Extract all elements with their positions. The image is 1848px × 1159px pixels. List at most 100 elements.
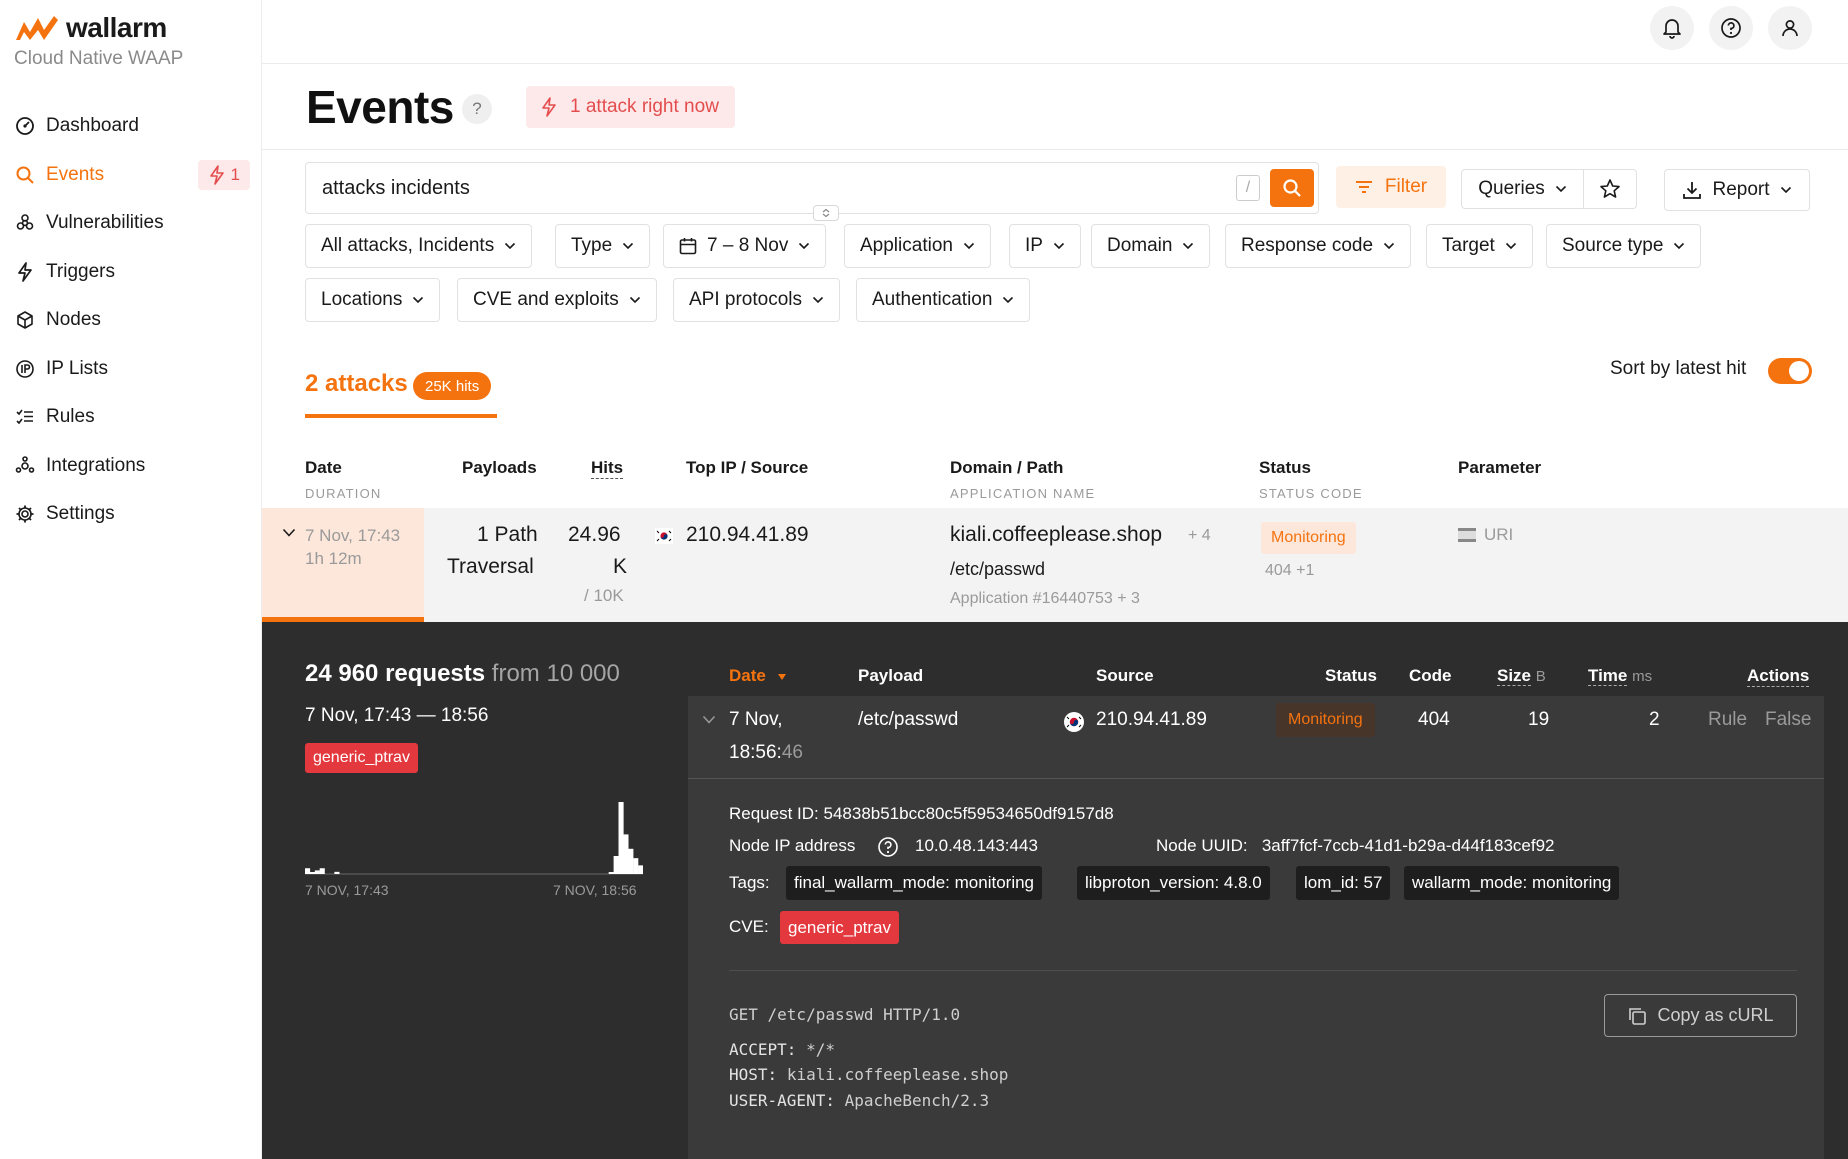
sort-latest-toggle[interactable] <box>1768 358 1812 384</box>
sort-label: Sort by latest hit <box>1610 358 1747 379</box>
filter-source-type[interactable]: Source type <box>1546 224 1702 268</box>
sidebar-item-vulnerabilities[interactable]: Vulnerabilities <box>0 199 262 248</box>
filter-response-code[interactable]: Response code <box>1225 224 1412 268</box>
chevron-down-icon <box>1674 242 1685 250</box>
chevron-down-icon <box>1555 185 1566 193</box>
sidebar-item-dashboard[interactable]: Dashboard <box>0 102 262 151</box>
sidebar-item-events[interactable]: Events 1 <box>0 151 262 200</box>
rule-action-button[interactable]: Rule <box>1708 709 1747 731</box>
events-attack-badge[interactable]: 1 <box>197 159 250 190</box>
req-col-header-time[interactable]: Time ms <box>1588 666 1652 686</box>
req-col-header-source[interactable]: Source <box>1096 666 1154 686</box>
histogram-bar <box>334 871 340 874</box>
attack-top-ip[interactable]: 210.94.41.89 <box>686 523 809 547</box>
filter-type[interactable]: Type <box>555 224 651 268</box>
attacks-count-tab[interactable]: 2 attacks <box>305 370 408 398</box>
col-header-domain[interactable]: Domain / Path <box>950 458 1063 478</box>
tag-chip[interactable]: final_wallarm_mode: monitoring <box>786 866 1043 900</box>
expand-collapse-handle[interactable] <box>813 205 839 221</box>
sidebar-item-settings[interactable]: Settings <box>0 490 262 539</box>
req-col-header-size[interactable]: Size B <box>1497 666 1546 686</box>
tag-chip[interactable]: libproton_version: 4.8.0 <box>1077 866 1270 900</box>
tag-chip[interactable]: wallarm_mode: monitoring <box>1404 866 1620 900</box>
col-header-hits[interactable]: Hits <box>591 458 624 479</box>
col-subheader-duration: DURATION <box>305 486 382 501</box>
req-col-header-code[interactable]: Code <box>1409 666 1452 686</box>
req-col-header-payload[interactable]: Payload <box>858 666 923 686</box>
col-header-date[interactable]: Date <box>305 458 342 478</box>
chevron-down-icon[interactable] <box>702 715 716 725</box>
question-circle-icon[interactable]: ? <box>462 94 492 124</box>
requests-histogram[interactable] <box>305 800 643 876</box>
korea-flag-icon <box>1064 712 1084 732</box>
sidebar-item-ip-lists[interactable]: IP Lists <box>0 345 262 394</box>
queries-dropdown[interactable]: Queries <box>1461 169 1584 209</box>
col-header-top-ip[interactable]: Top IP / Source <box>686 458 808 478</box>
col-header-payloads[interactable]: Payloads <box>462 458 537 478</box>
attack-now-badge[interactable]: 1 attack right now <box>526 86 735 128</box>
chevron-updown-icon <box>822 208 830 218</box>
chevron-down-icon <box>1780 186 1791 194</box>
notifications-button[interactable] <box>1650 6 1694 50</box>
lightning-icon <box>209 164 224 185</box>
sidebar-item-triggers[interactable]: Triggers <box>0 248 262 297</box>
chevron-down-icon <box>1383 242 1395 250</box>
details-divider <box>729 970 1797 971</box>
request-time: 18:56:46 <box>729 742 803 763</box>
req-col-header-date[interactable]: Date <box>729 666 787 686</box>
request-code: 404 <box>1418 709 1450 730</box>
filter-locations[interactable]: Locations <box>305 278 441 322</box>
chevron-down-icon[interactable] <box>282 528 296 538</box>
tag-chip[interactable]: lom_id: 57 <box>1296 866 1391 900</box>
cve-tag[interactable]: generic_ptrav <box>780 911 900 944</box>
sidebar-item-nodes[interactable]: Nodes <box>0 296 262 345</box>
rules-icon <box>14 406 36 428</box>
report-dropdown[interactable]: Report <box>1664 169 1810 211</box>
chevron-down-icon <box>1053 242 1065 250</box>
save-query-button[interactable] <box>1583 169 1637 209</box>
chevron-down-icon <box>623 242 634 250</box>
filter-domain[interactable]: Domain <box>1091 224 1211 268</box>
filter-authentication[interactable]: Authentication <box>856 278 1031 322</box>
filter-api-protocols[interactable]: API protocols <box>673 278 840 322</box>
req-col-header-status[interactable]: Status <box>1325 666 1377 686</box>
filter-target[interactable]: Target <box>1426 224 1533 268</box>
attack-type-tag[interactable]: generic_ptrav <box>305 743 418 773</box>
hits-line1: 24.96 <box>568 523 621 546</box>
filter-attack-types[interactable]: All attacks, Incidents <box>305 224 533 268</box>
attack-domain-more[interactable]: + 4 <box>1188 527 1211 545</box>
filter-ip[interactable]: IP <box>1009 224 1081 268</box>
request-payload: /etc/passwd <box>858 709 959 730</box>
page-title: Events <box>306 81 454 133</box>
brand[interactable]: wallarm Cloud Native WAAP <box>14 12 183 70</box>
req-col-header-actions[interactable]: Actions <box>1747 666 1810 687</box>
col-header-parameter[interactable]: Parameter <box>1458 458 1541 478</box>
attack-domain[interactable]: kiali.coffeeplease.shop <box>950 523 1162 547</box>
false-positive-button[interactable]: False <box>1765 709 1811 731</box>
histogram-bar <box>623 834 629 874</box>
question-circle-icon[interactable] <box>877 836 899 858</box>
ip-icon <box>14 358 36 380</box>
copy-as-curl-button[interactable]: Copy as cURL <box>1604 994 1797 1037</box>
filter-application[interactable]: Application <box>844 224 991 268</box>
search-input[interactable]: attacks incidents / <box>305 162 1319 214</box>
col-header-status[interactable]: Status <box>1259 458 1311 478</box>
sidebar-item-integrations[interactable]: Integrations <box>0 442 262 491</box>
request-source[interactable]: 210.94.41.89 <box>1096 709 1207 731</box>
sort-desc-icon <box>777 674 786 680</box>
profile-button[interactable] <box>1768 6 1812 50</box>
sidebar-item-rules[interactable]: Rules <box>0 393 262 442</box>
chevron-down-icon <box>505 242 516 250</box>
help-button[interactable] <box>1709 6 1753 50</box>
node-ip-value[interactable]: 10.0.48.143:443 <box>915 836 1038 856</box>
search-button[interactable] <box>1270 169 1314 207</box>
histogram-start-label: 7 NOV, 17:43 <box>305 882 389 898</box>
filter-date-range[interactable]: 7 – 8 Nov <box>663 224 827 268</box>
search-query[interactable]: attacks incidents <box>322 177 470 200</box>
top-bar <box>262 0 1848 64</box>
brand-subtitle: Cloud Native WAAP <box>14 48 184 69</box>
requests-date-range: 7 Nov, 17:43 — 18:56 <box>305 705 489 726</box>
filter-cve-exploits[interactable]: CVE and exploits <box>457 278 657 322</box>
calendar-icon <box>679 238 697 255</box>
filter-button[interactable]: Filter <box>1336 166 1446 208</box>
